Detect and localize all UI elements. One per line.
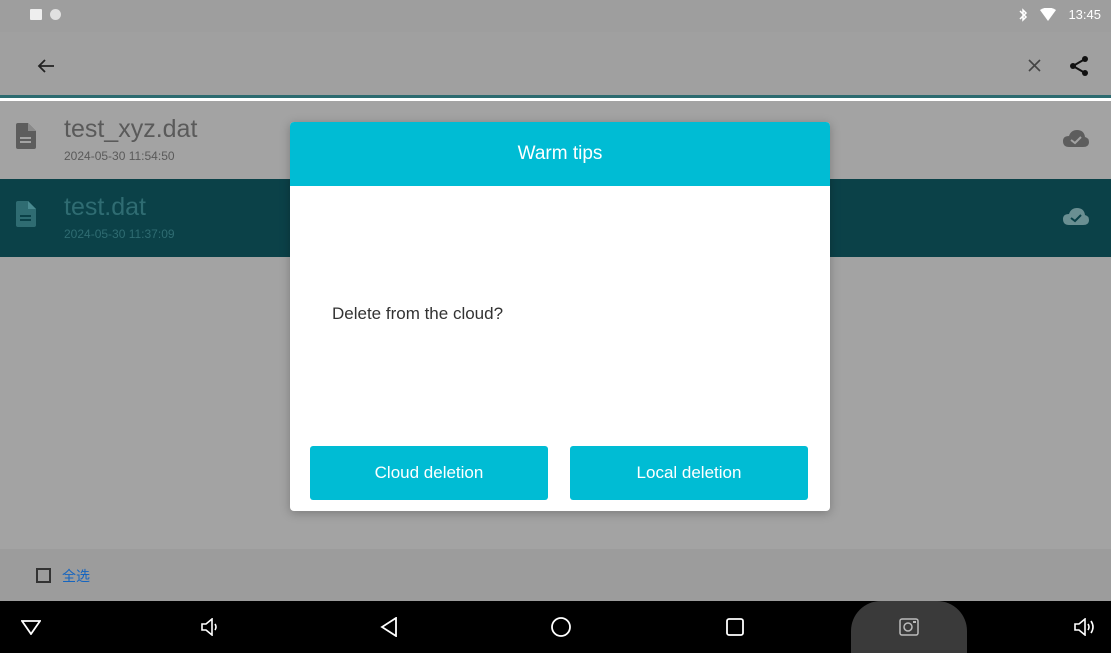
volume-down-button[interactable] xyxy=(197,614,223,640)
status-bar: 13:45 xyxy=(0,0,1111,32)
cloud-deletion-button[interactable]: Cloud deletion xyxy=(310,446,548,500)
recents-nav-button[interactable] xyxy=(722,614,748,640)
select-all-bar: 全选 xyxy=(0,549,1111,601)
home-nav-button[interactable] xyxy=(548,614,574,640)
select-all-checkbox[interactable] xyxy=(36,568,51,583)
file-name: test.dat xyxy=(64,193,146,221)
hide-nav-icon xyxy=(21,620,41,635)
back-arrow-icon xyxy=(37,59,54,73)
circle-notification-icon xyxy=(50,9,61,20)
screenshot-icon xyxy=(899,618,919,636)
hide-nav-button[interactable] xyxy=(18,614,44,640)
cloud-done-icon[interactable] xyxy=(1063,129,1089,149)
screenshot-nav-button[interactable] xyxy=(896,614,922,640)
dialog-title: Warm tips xyxy=(517,143,603,164)
back-button[interactable] xyxy=(28,48,64,84)
app-bar xyxy=(0,32,1111,98)
select-all-label[interactable]: 全选 xyxy=(62,566,90,586)
file-date: 2024-05-30 11:37:09 xyxy=(64,227,175,241)
file-name: test_xyz.dat xyxy=(64,115,198,143)
volume-down-icon xyxy=(201,618,217,636)
share-icon xyxy=(1070,56,1088,76)
file-date: 2024-05-30 11:54:50 xyxy=(64,149,175,163)
wifi-icon xyxy=(1040,8,1057,21)
close-button[interactable] xyxy=(1019,50,1049,80)
volume-up-button[interactable] xyxy=(1072,614,1098,640)
screen: 13:45 test_xyz.dat 2024-05-30 11:54:50 t… xyxy=(0,0,1111,653)
dialog-header: Warm tips xyxy=(290,122,830,186)
close-icon xyxy=(1027,58,1041,72)
file-icon xyxy=(16,123,36,149)
dialog-message: Delete from the cloud? xyxy=(332,304,504,323)
home-icon xyxy=(551,617,571,637)
recents-icon xyxy=(726,618,744,636)
navigation-bar xyxy=(0,601,1111,653)
back-icon xyxy=(380,617,397,637)
local-deletion-button[interactable]: Local deletion xyxy=(570,446,808,500)
warm-tips-dialog: Warm tips Delete from the cloud? Cloud d… xyxy=(290,122,830,511)
share-button[interactable] xyxy=(1061,48,1097,84)
volume-up-icon xyxy=(1074,618,1094,636)
back-nav-button[interactable] xyxy=(376,614,402,640)
image-notification-icon xyxy=(30,9,42,20)
cloud-done-icon[interactable] xyxy=(1063,207,1089,227)
file-icon xyxy=(16,201,36,227)
status-time: 13:45 xyxy=(1068,7,1101,22)
bluetooth-icon xyxy=(1019,7,1028,22)
